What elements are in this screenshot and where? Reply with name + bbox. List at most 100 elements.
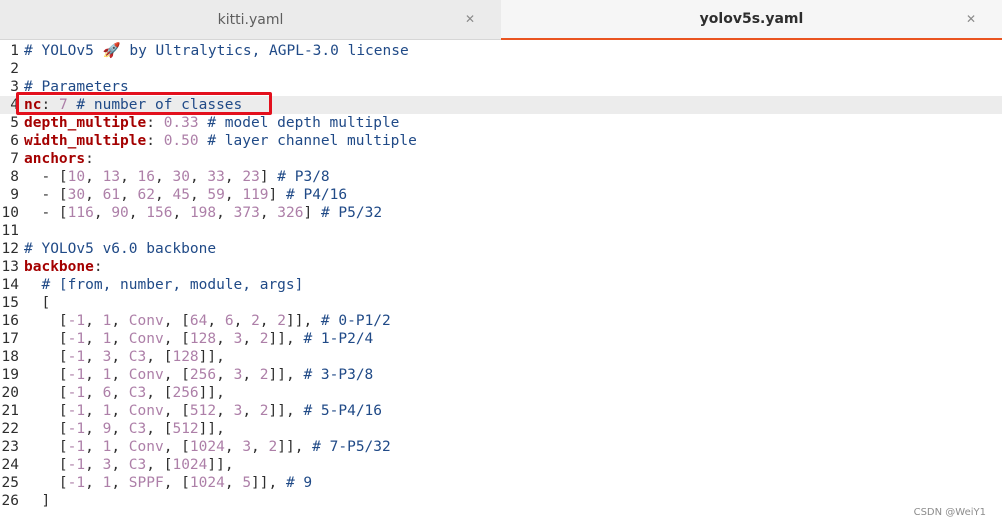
yaml-value: -1	[67, 385, 86, 401]
code-line[interactable]: 2	[0, 60, 1002, 78]
code-line[interactable]: 19 [-1, 1, Conv, [256, 3, 2]], # 3-P3/8	[0, 366, 1002, 384]
code-line[interactable]: 10 - [116, 90, 156, 198, 373, 326] # P5/…	[0, 204, 1002, 222]
line-number: 4	[10, 97, 19, 113]
yaml-value: 2	[251, 313, 260, 329]
yaml-value: -1	[67, 421, 86, 437]
code-text: - [10, 13, 16, 30, 33, 23] # P3/8	[19, 168, 329, 186]
code-text: - [116, 90, 156, 198, 373, 326] # P5/32	[19, 204, 382, 222]
yaml-punctuation: ,	[111, 457, 129, 473]
code-line[interactable]: 23 [-1, 1, Conv, [1024, 3, 2]], # 7-P5/3…	[0, 438, 1002, 456]
yaml-value: 373	[233, 205, 260, 221]
code-line[interactable]: 3 # Parameters	[0, 78, 1002, 96]
code-text: [	[19, 294, 50, 312]
code-text: [-1, 1, Conv, [256, 3, 2]], # 3-P3/8	[19, 366, 373, 384]
close-icon[interactable]: ✕	[966, 12, 976, 26]
line-number: 18	[1, 349, 19, 365]
line-number: 8	[10, 169, 19, 185]
close-icon[interactable]: ✕	[465, 12, 475, 26]
yaml-punctuation: - [	[24, 169, 68, 185]
yaml-value: 256	[172, 385, 199, 401]
yaml-comment: # [from, number, module, args]	[41, 277, 304, 293]
yaml-value: C3	[128, 457, 147, 473]
tab-yolov5s-yaml[interactable]: yolov5s.yaml ✕	[501, 0, 1002, 40]
yaml-punctuation: ,	[85, 403, 103, 419]
yaml-value: -1	[67, 367, 86, 383]
code-line[interactable]: 18 [-1, 3, C3, [128]],	[0, 348, 1002, 366]
yaml-punctuation: , [	[163, 331, 190, 347]
yaml-punctuation: ,	[85, 331, 103, 347]
yaml-value: SPPF	[128, 475, 164, 491]
yaml-punctuation: ,	[85, 385, 103, 401]
yaml-punctuation: ,	[93, 205, 112, 221]
yaml-key: anchors	[24, 151, 86, 167]
code-text: # YOLOv5 v6.0 backbone	[19, 240, 216, 258]
yaml-value: 0.50	[163, 133, 199, 149]
yaml-punctuation: :	[146, 115, 164, 131]
yaml-value: -1	[67, 457, 86, 473]
yaml-value: Conv	[128, 313, 164, 329]
code-text: ]	[19, 492, 50, 510]
code-line[interactable]: 4 nc: 7 # number of classes	[0, 96, 1002, 114]
code-text: anchors:	[19, 150, 94, 168]
yaml-value: 2	[277, 313, 286, 329]
yaml-key: backbone	[24, 259, 94, 275]
yaml-comment: # Parameters	[24, 79, 129, 95]
line-number: 20	[1, 385, 19, 401]
code-line[interactable]: 14 # [from, number, module, args]	[0, 276, 1002, 294]
yaml-value: 10	[67, 169, 86, 185]
code-line[interactable]: 6 width_multiple: 0.50 # layer channel mu…	[0, 132, 1002, 150]
yaml-punctuation: ]],	[286, 313, 321, 329]
yaml-value: 128	[172, 349, 199, 365]
yaml-value: 512	[172, 421, 199, 437]
yaml-value: 119	[242, 187, 269, 203]
tab-kitti-yaml[interactable]: kitti.yaml ✕	[0, 0, 501, 40]
code-line[interactable]: 21 [-1, 1, Conv, [512, 3, 2]], # 5-P4/16	[0, 402, 1002, 420]
yaml-comment: # P4/16	[286, 187, 348, 203]
code-line[interactable]: 5 depth_multiple: 0.33 # model depth mult…	[0, 114, 1002, 132]
yaml-punctuation: ]],	[268, 403, 304, 419]
code-line[interactable]: 15 [	[0, 294, 1002, 312]
code-text: [-1, 1, Conv, [512, 3, 2]], # 5-P4/16	[19, 402, 382, 420]
yaml-value: 33	[207, 169, 225, 185]
yaml-comment: # 9	[285, 475, 313, 491]
yaml-punctuation: ,	[85, 475, 103, 491]
yaml-punctuation: ,	[207, 313, 225, 329]
yaml-value: Conv	[128, 439, 164, 455]
code-line[interactable]: 8 - [10, 13, 16, 30, 33, 23] # P3/8	[0, 168, 1002, 186]
yaml-punctuation: ,	[111, 439, 129, 455]
yaml-punctuation: [	[24, 439, 68, 455]
code-line[interactable]: 20 [-1, 6, C3, [256]],	[0, 384, 1002, 402]
yaml-value: 2	[259, 403, 269, 419]
code-line[interactable]: 13 backbone:	[0, 258, 1002, 276]
code-line[interactable]: 25 [-1, 1, SPPF, [1024, 5]], # 9	[0, 474, 1002, 492]
yaml-punctuation: ]],	[198, 385, 225, 401]
line-number: 3	[10, 79, 19, 95]
yaml-value: 326	[277, 205, 304, 221]
code-line[interactable]: 16 [-1, 1, Conv, [64, 6, 2, 2]], # 0-P1/…	[0, 312, 1002, 330]
yaml-value: 3	[242, 439, 252, 455]
yaml-value: -1	[67, 313, 86, 329]
code-text: [-1, 9, C3, [512]],	[19, 420, 225, 438]
line-number: 10	[1, 205, 19, 221]
yaml-punctuation: , [	[146, 385, 173, 401]
code-line[interactable]: 26 ]	[0, 492, 1002, 510]
code-line[interactable]: 9 - [30, 61, 62, 45, 59, 119] # P4/16	[0, 186, 1002, 204]
code-text: nc: 7 # number of classes	[19, 96, 242, 114]
code-line[interactable]: 1 # YOLOv5 🚀 by Ultralytics, AGPL-3.0 lic…	[0, 42, 1002, 60]
code-line[interactable]: 17 [-1, 1, Conv, [128, 3, 2]], # 1-P2/4	[0, 330, 1002, 348]
yaml-punctuation: ,	[224, 439, 243, 455]
yaml-value: 59	[207, 187, 225, 203]
code-line[interactable]: 7 anchors:	[0, 150, 1002, 168]
code-editor[interactable]: 1 # YOLOv5 🚀 by Ultralytics, AGPL-3.0 lic…	[0, 42, 1002, 525]
yaml-punctuation: , [	[146, 349, 173, 365]
yaml-value: 6	[224, 313, 234, 329]
code-line[interactable]: 22 [-1, 9, C3, [512]],	[0, 420, 1002, 438]
code-line[interactable]: 11	[0, 222, 1002, 240]
code-line[interactable]: 24 [-1, 3, C3, [1024]],	[0, 456, 1002, 474]
yaml-value: 7	[58, 97, 68, 113]
code-line[interactable]: 12 # YOLOv5 v6.0 backbone	[0, 240, 1002, 258]
yaml-punctuation: ,	[111, 385, 129, 401]
yaml-punctuation: ,	[224, 475, 243, 491]
line-number: 16	[1, 313, 19, 329]
yaml-value: 1024	[189, 439, 225, 455]
